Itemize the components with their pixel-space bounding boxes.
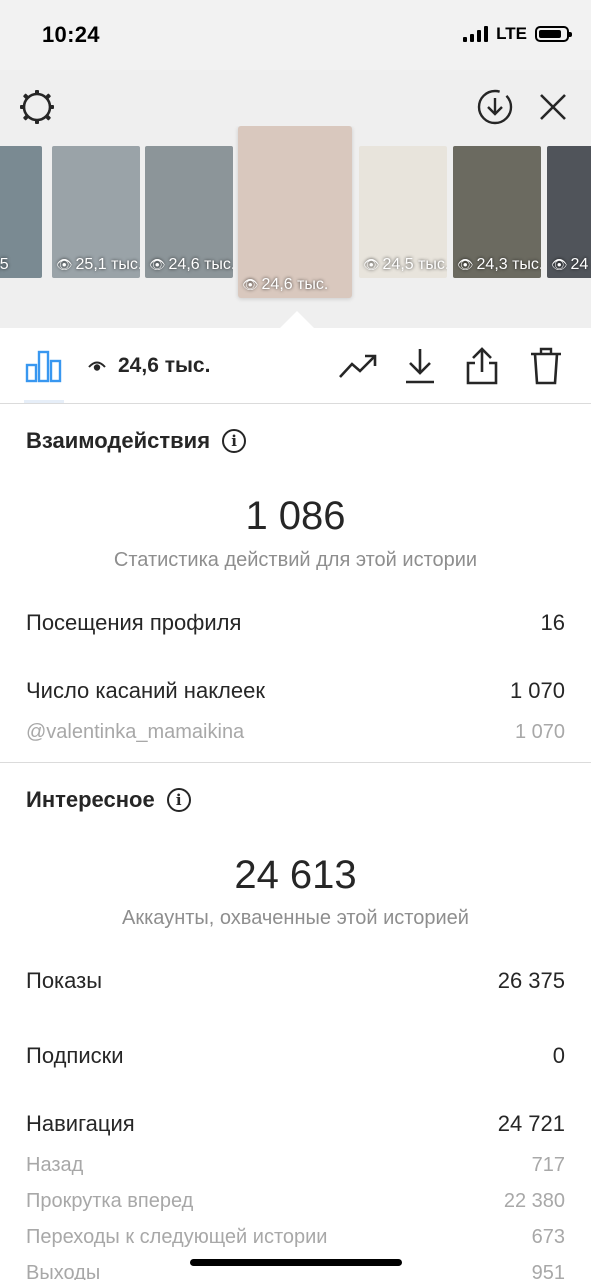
row-value: 16 [540, 610, 565, 635]
row-label: Переходы к следующей истории [26, 1226, 328, 1248]
settings-button[interactable] [16, 86, 58, 128]
eye-icon: 👁 [56, 257, 73, 272]
story-views: 👁 24,5 тыс. [363, 256, 447, 274]
sticker-taps-row: Число касаний наклеек 1 070 [26, 678, 565, 704]
story-views-count: 24,5 [0, 256, 9, 273]
story-thumbnail[interactable]: 👁 24,5 тыс. [359, 146, 447, 278]
status-time: 10:24 [42, 22, 100, 47]
views-count: 24,6 тыс. [118, 354, 211, 377]
row-label: Число касаний наклеек [26, 678, 265, 703]
impressions-row: Показы 26 375 [26, 968, 565, 994]
back-row: Назад 717 [26, 1154, 565, 1177]
story-thumbnail[interactable]: 👁 24,3 тыс. [453, 146, 541, 278]
section-divider [0, 762, 591, 763]
story-thumbnail[interactable]: 👁 25,1 тыс. [52, 146, 140, 278]
profile-visits-row: Посещения профиля 16 [26, 610, 565, 636]
row-value: 22 380 [503, 1190, 565, 1212]
eye-icon: 👁 [457, 257, 474, 272]
download-circle-icon [477, 89, 513, 125]
stories-carousel[interactable]: 👁24,5👁25,1 тыс.👁24,6 тыс.👁24,6 тыс.👁24,5… [0, 126, 591, 306]
story-preview-area: 👁24,5👁25,1 тыс.👁24,6 тыс.👁24,6 тыс.👁24,5… [0, 70, 591, 328]
delete-button[interactable] [526, 346, 566, 386]
discovery-total: 24 613 [234, 853, 357, 897]
story-thumbnail[interactable]: 👁24,5 [0, 146, 42, 278]
row-value: 1 070 [509, 678, 565, 703]
row-value: 1 070 [514, 721, 565, 743]
discovery-caption: Аккаунты, охваченные этой историей [122, 907, 469, 929]
story-views: 👁 25,1 тыс. [56, 256, 140, 274]
row-value: 26 375 [497, 968, 565, 993]
promote-button[interactable] [338, 346, 378, 386]
eye-icon: 👁 [149, 257, 166, 272]
bar-chart-icon [25, 350, 62, 383]
eye-icon: 👁 [363, 257, 380, 272]
story-views: 👁24,5 [0, 256, 9, 274]
signal-icon [463, 26, 489, 42]
story-thumbnail[interactable]: 👁 24,6 тыс. [238, 126, 352, 298]
sticker-mention-row[interactable]: @valentinka_mamaikina 1 070 [26, 721, 565, 744]
status-indicators: LTE [463, 24, 572, 44]
interactions-title: Взаимодействия [26, 428, 211, 453]
network-type: LTE [496, 24, 527, 43]
story-views: 👁 24 [551, 256, 588, 274]
stats-tab-indicator [24, 400, 64, 403]
row-value: 717 [531, 1154, 565, 1176]
row-label: Выходы [26, 1262, 101, 1280]
row-label: Посещения профиля [26, 610, 242, 635]
row-label: Навигация [26, 1111, 135, 1136]
row-value: 24 721 [497, 1111, 565, 1136]
gear-icon [20, 90, 54, 124]
row-label: @valentinka_mamaikina [26, 721, 245, 743]
story-thumbnail[interactable]: 👁 24,6 тыс. [145, 146, 233, 278]
interactions-total: 1 086 [245, 494, 346, 538]
close-icon [540, 94, 566, 120]
story-views-count: 25,1 тыс. [75, 256, 140, 273]
row-label: Показы [26, 968, 103, 993]
story-views: 👁 24,6 тыс. [242, 276, 328, 294]
download-story-button[interactable] [474, 86, 516, 128]
story-toolbar: 24,6 тыс. [0, 328, 591, 404]
story-views: 👁 24,6 тыс. [149, 256, 233, 274]
navigation-row: Навигация 24 721 [26, 1111, 565, 1137]
save-button[interactable] [400, 346, 440, 386]
story-views-count: 24,6 тыс. [261, 276, 329, 293]
stats-tab[interactable] [24, 346, 64, 386]
next-story-row: Переходы к следующей истории 673 [26, 1226, 565, 1249]
discovery-title: Интересное [26, 787, 155, 812]
row-label: Назад [26, 1154, 84, 1176]
follows-row: Подписки 0 [26, 1043, 565, 1069]
row-label: Прокрутка вперед [26, 1190, 194, 1212]
info-icon[interactable]: i [166, 788, 191, 812]
story-views: 👁 24,3 тыс. [457, 256, 541, 274]
status-bar: 10:24 LTE [0, 0, 591, 70]
story-views-count: 24,6 тыс. [168, 256, 233, 273]
row-value: 673 [531, 1226, 565, 1248]
eye-icon: 👁 [551, 257, 568, 272]
story-views-count: 24,3 тыс. [476, 256, 541, 273]
share-button[interactable] [462, 346, 502, 386]
forward-row: Прокрутка вперед 22 380 [26, 1190, 565, 1213]
interactions-caption: Статистика действий для этой истории [113, 549, 478, 571]
trash-icon [531, 347, 561, 385]
row-value: 0 [552, 1043, 565, 1068]
eye-icon: 👁 [242, 277, 259, 292]
eye-icon [88, 361, 106, 371]
row-label: Подписки [26, 1043, 124, 1068]
info-icon[interactable]: i [222, 429, 247, 453]
story-views-count: 24 [570, 256, 589, 273]
discovery-heading: Интересное i [26, 787, 191, 813]
views-counter[interactable]: 24,6 тыс. [88, 354, 210, 378]
close-button[interactable] [532, 86, 574, 128]
battery-icon [535, 26, 572, 42]
row-value: 951 [531, 1262, 565, 1280]
interactions-heading: Взаимодействия i [26, 428, 247, 454]
trend-icon [339, 354, 377, 378]
story-views-count: 24,5 тыс. [382, 256, 447, 273]
story-thumbnail[interactable]: 👁 24 [547, 146, 591, 278]
home-indicator [190, 1259, 402, 1266]
share-icon [466, 347, 498, 385]
selection-pointer [280, 311, 314, 328]
download-icon [406, 349, 434, 384]
